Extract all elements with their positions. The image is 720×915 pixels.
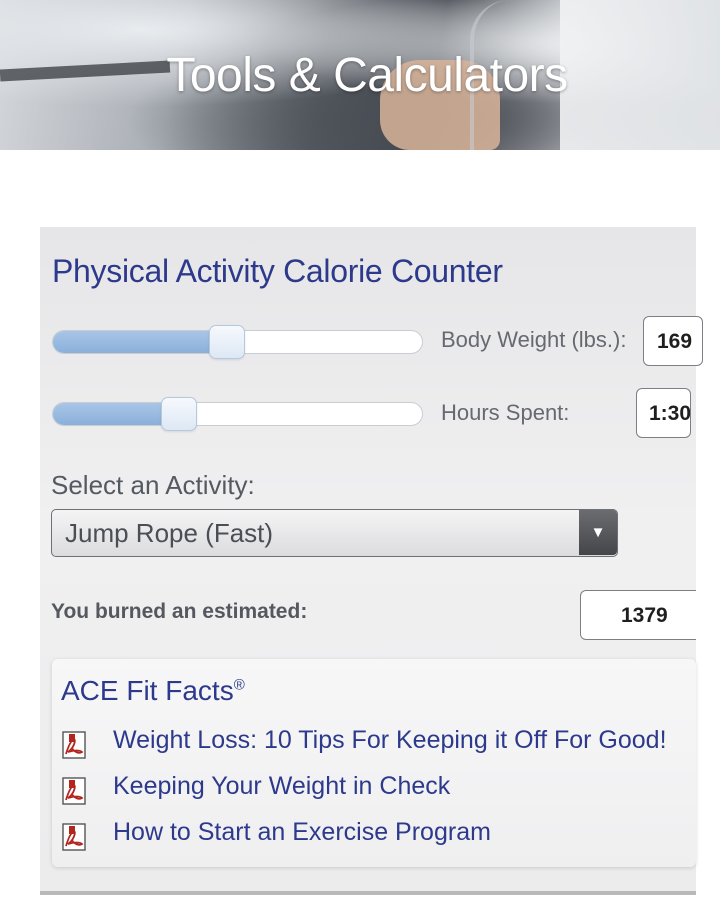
registered-mark: ® <box>233 676 245 694</box>
fit-facts-link[interactable]: Weight Loss: 10 Tips For Keeping it Off … <box>60 726 700 760</box>
fit-facts-link-label[interactable]: How to Start an Exercise Program <box>113 818 491 847</box>
body-weight-slider[interactable] <box>52 325 423 359</box>
result-label: You burned an estimated: <box>51 600 308 623</box>
hours-spent-slider-fill <box>53 403 178 425</box>
activity-label: Select an Activity: <box>51 470 255 500</box>
calorie-counter-panel: Physical Activity Calorie Counter Body W… <box>40 227 703 895</box>
fit-facts-title-text: ACE Fit Facts <box>61 675 234 706</box>
fit-facts-title: ACE Fit Facts® <box>61 675 245 707</box>
fit-facts-link[interactable]: Keeping Your Weight in Check <box>60 772 700 806</box>
hours-spent-label: Hours Spent: <box>441 400 570 425</box>
hero-banner: Tools & Calculators <box>0 0 720 150</box>
body-weight-value[interactable]: 169 <box>643 316 703 366</box>
body-weight-label: Body Weight (lbs.): <box>441 327 627 352</box>
activity-selected-value: Jump Rope (Fast) <box>65 518 274 548</box>
hours-spent-slider-thumb[interactable] <box>161 397 197 431</box>
pdf-icon <box>62 731 86 759</box>
pdf-icon <box>62 823 86 851</box>
hours-spent-value[interactable]: 1:30 <box>636 388 691 438</box>
chevron-down-icon[interactable]: ▼ <box>579 510 617 555</box>
fit-facts-link[interactable]: How to Start an Exercise Program <box>60 818 700 852</box>
fit-facts-box: ACE Fit Facts® Weight Loss: 10 Tips For … <box>52 659 696 867</box>
pdf-icon <box>62 777 86 805</box>
hours-spent-slider[interactable] <box>52 397 423 431</box>
fit-facts-link-label[interactable]: Weight Loss: 10 Tips For Keeping it Off … <box>113 726 667 755</box>
body-weight-slider-fill <box>53 331 226 353</box>
fit-facts-link-label[interactable]: Keeping Your Weight in Check <box>113 772 450 801</box>
page-title: Tools & Calculators <box>166 49 568 103</box>
activity-select[interactable]: Jump Rope (Fast) ▼ <box>51 509 618 557</box>
calculator-title: Physical Activity Calorie Counter <box>52 253 503 289</box>
calories-burned-value: 1379 <box>580 590 696 640</box>
body-weight-slider-thumb[interactable] <box>209 325 245 359</box>
